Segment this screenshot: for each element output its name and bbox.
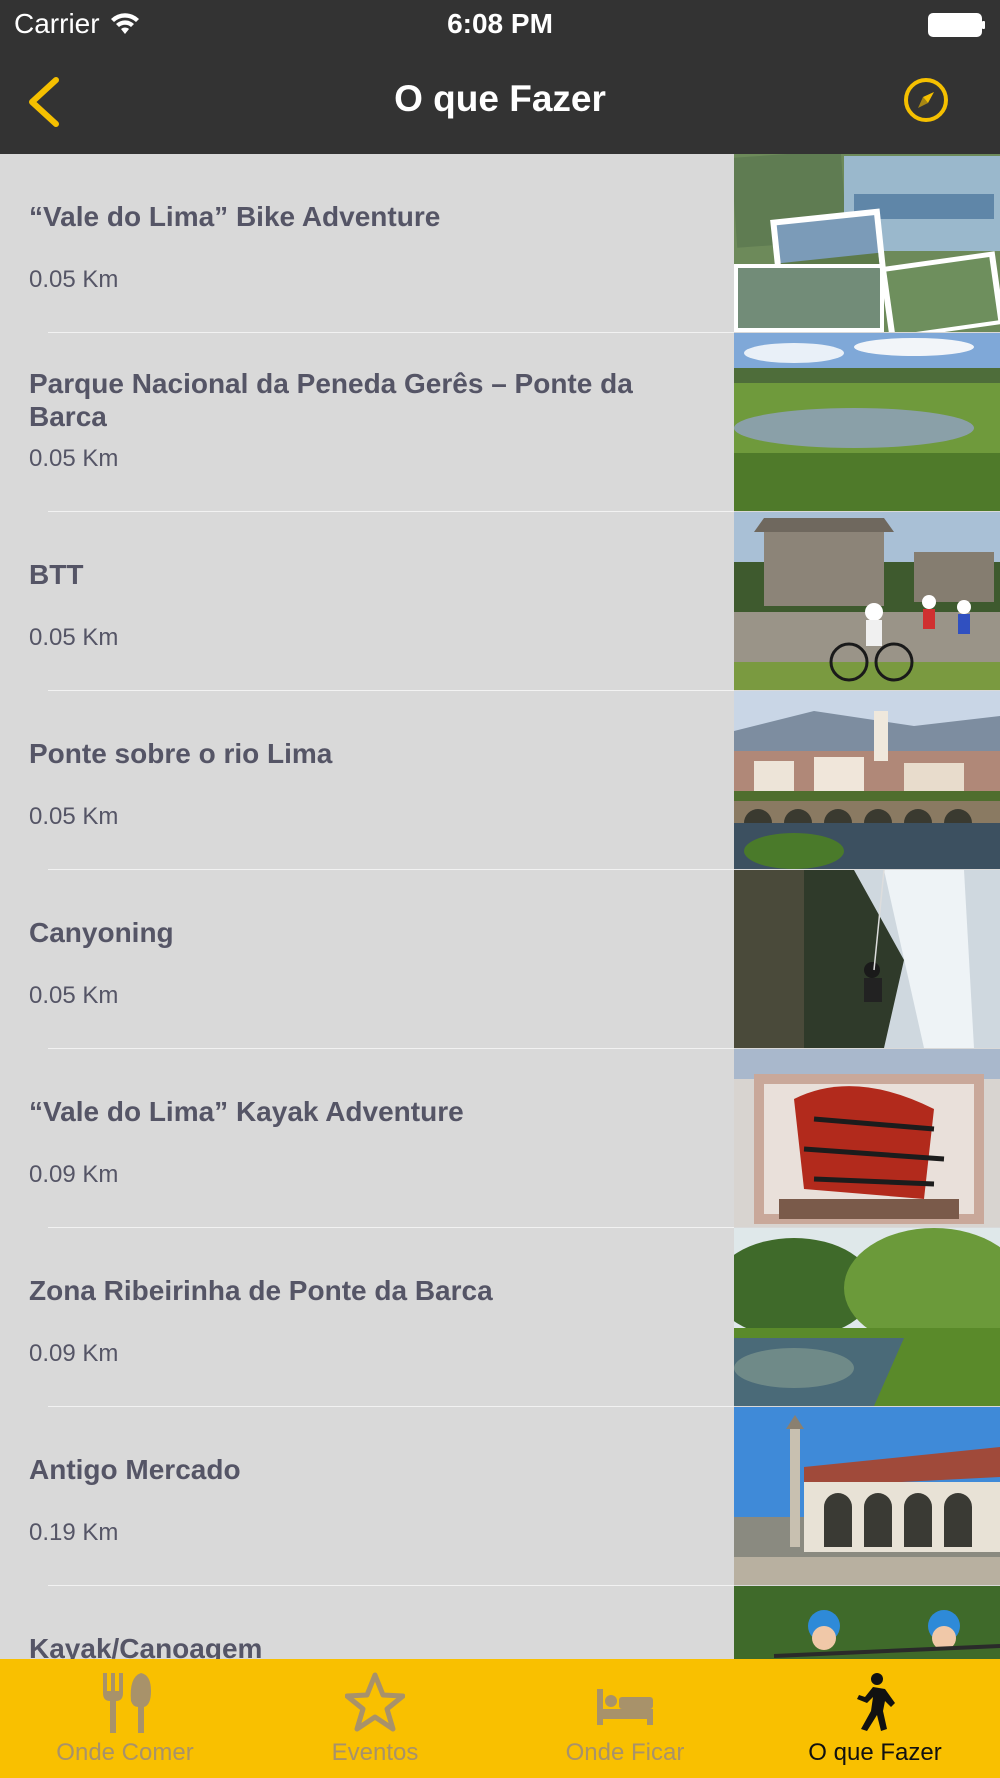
tab-o-que-fazer[interactable]: O que Fazer: [750, 1659, 1000, 1778]
list-item[interactable]: Canyoning 0.05 Km: [0, 870, 1000, 1049]
item-thumbnail: [734, 1049, 1000, 1227]
item-thumbnail: [734, 1586, 1000, 1659]
item-title: Canyoning: [29, 917, 174, 948]
list-item[interactable]: Ponte sobre o rio Lima 0.05 Km: [0, 691, 1000, 870]
tab-label: O que Fazer: [808, 1739, 942, 1766]
list-item[interactable]: Parque Nacional da Peneda Gerês – Ponte …: [0, 333, 1000, 512]
compass-icon: [904, 78, 948, 122]
item-thumbnail: [734, 691, 1000, 869]
item-title: Zona Ribeirinha de Ponte da Barca: [29, 1275, 493, 1306]
item-distance: 0.09 Km: [29, 1340, 119, 1367]
page-title: O que Fazer: [394, 78, 606, 119]
hiker-icon: [857, 1673, 895, 1731]
item-thumbnail: [734, 1228, 1000, 1406]
tab-bar: Onde Comer Eventos Onde Ficar O que Faze…: [0, 1659, 1000, 1778]
tab-eventos[interactable]: Eventos: [250, 1659, 500, 1778]
list-item[interactable]: “Vale do Lima” Bike Adventure 0.05 Km: [0, 154, 1000, 333]
list-item-text: Canyoning 0.05 Km: [29, 870, 719, 1049]
list-item-text: Zona Ribeirinha de Ponte da Barca 0.09 K…: [29, 1228, 719, 1407]
battery-icon: [928, 13, 985, 37]
list-item[interactable]: Zona Ribeirinha de Ponte da Barca 0.09 K…: [0, 1228, 1000, 1407]
tab-label: Onde Comer: [56, 1739, 194, 1766]
item-thumbnail: [734, 154, 1000, 332]
item-title: BTT: [29, 559, 84, 590]
list-item-text: “Vale do Lima” Kayak Adventure 0.09 Km: [29, 1049, 719, 1228]
item-distance: 0.05 Km: [29, 266, 119, 293]
item-title: “Vale do Lima” Kayak Adventure: [29, 1096, 464, 1127]
item-distance: 0.05 Km: [29, 803, 119, 830]
item-distance: 0.19 Km: [29, 1519, 119, 1546]
list-item-text: Parque Nacional da Peneda Gerês – Ponte …: [29, 333, 719, 512]
item-thumbnail: [734, 333, 1000, 511]
activity-list[interactable]: “Vale do Lima” Bike Adventure 0.05 Km Pa…: [0, 154, 1000, 1659]
bed-icon: [597, 1689, 653, 1725]
list-item[interactable]: “Vale do Lima” Kayak Adventure 0.09 Km: [0, 1049, 1000, 1228]
item-title: Ponte sobre o rio Lima: [29, 738, 333, 769]
item-title: “Vale do Lima” Bike Adventure: [29, 201, 441, 232]
item-title: Antigo Mercado: [29, 1454, 241, 1485]
item-distance: 0.05 Km: [29, 445, 119, 472]
list-item-text: Ponte sobre o rio Lima 0.05 Km: [29, 691, 719, 870]
status-bar: Carrier 6:08 PM: [0, 0, 1000, 50]
item-thumbnail: [734, 870, 1000, 1048]
item-distance: 0.09 Km: [29, 1161, 119, 1188]
list-item[interactable]: BTT 0.05 Km: [0, 512, 1000, 691]
item-distance: 0.05 Km: [29, 982, 119, 1009]
item-thumbnail: [734, 512, 1000, 690]
tab-onde-ficar[interactable]: Onde Ficar: [500, 1659, 750, 1778]
tab-onde-comer[interactable]: Onde Comer: [0, 1659, 250, 1778]
list-item[interactable]: Antigo Mercado 0.19 Km: [0, 1407, 1000, 1586]
fork-knife-icon: [103, 1673, 151, 1733]
tab-label: Eventos: [331, 1739, 419, 1766]
item-title: Kayak/Canoagem: [29, 1633, 263, 1659]
item-distance: 0.05 Km: [29, 624, 119, 651]
navigation-bar: Carrier 6:08 PM O que Fazer: [0, 0, 1000, 154]
list-item-text: BTT 0.05 Km: [29, 512, 719, 691]
item-title: Parque Nacional da Peneda Gerês – Ponte …: [29, 368, 633, 432]
list-item[interactable]: Kayak/Canoagem: [0, 1586, 1000, 1659]
list-item-text: “Vale do Lima” Bike Adventure 0.05 Km: [29, 154, 719, 333]
tab-label: Onde Ficar: [565, 1739, 685, 1766]
item-thumbnail: [734, 1407, 1000, 1585]
star-icon: [345, 1672, 405, 1732]
compass-button[interactable]: [902, 76, 950, 124]
status-time: 6:08 PM: [447, 8, 553, 39]
list-item-text: Antigo Mercado 0.19 Km: [29, 1407, 719, 1586]
list-item-text: Kayak/Canoagem: [29, 1586, 719, 1659]
